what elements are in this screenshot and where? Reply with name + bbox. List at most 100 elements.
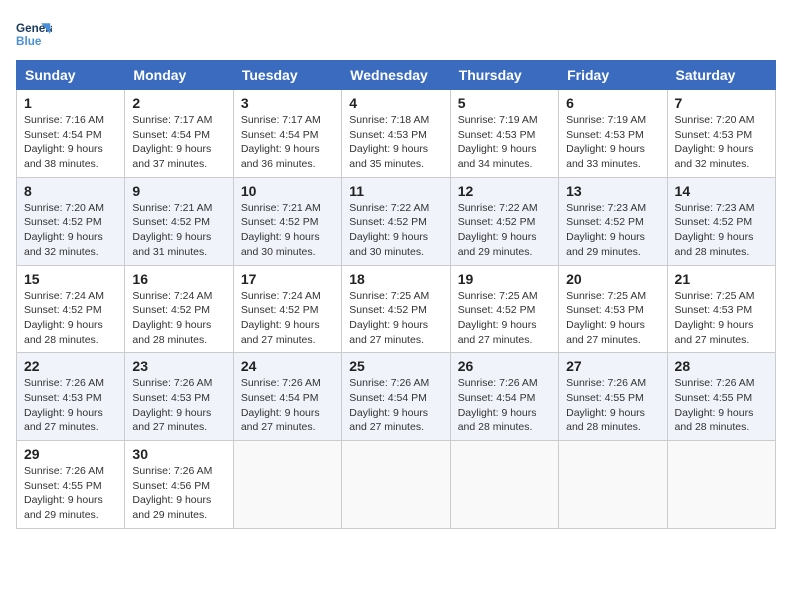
calendar-cell: 12 Sunrise: 7:22 AM Sunset: 4:52 PM Dayl… [450,177,558,265]
day-number: 21 [675,271,768,287]
day-info: Sunrise: 7:26 AM Sunset: 4:54 PM Dayligh… [241,376,334,435]
calendar-cell: 19 Sunrise: 7:25 AM Sunset: 4:52 PM Dayl… [450,265,558,353]
day-info: Sunrise: 7:25 AM Sunset: 4:52 PM Dayligh… [349,289,442,348]
day-number: 5 [458,95,551,111]
day-info: Sunrise: 7:21 AM Sunset: 4:52 PM Dayligh… [241,201,334,260]
day-info: Sunrise: 7:26 AM Sunset: 4:54 PM Dayligh… [458,376,551,435]
calendar-cell: 21 Sunrise: 7:25 AM Sunset: 4:53 PM Dayl… [667,265,775,353]
day-info: Sunrise: 7:25 AM Sunset: 4:52 PM Dayligh… [458,289,551,348]
day-info: Sunrise: 7:24 AM Sunset: 4:52 PM Dayligh… [24,289,117,348]
calendar-table: SundayMondayTuesdayWednesdayThursdayFrid… [16,60,776,529]
day-info: Sunrise: 7:18 AM Sunset: 4:53 PM Dayligh… [349,113,442,172]
calendar-cell: 30 Sunrise: 7:26 AM Sunset: 4:56 PM Dayl… [125,441,233,529]
day-number: 11 [349,183,442,199]
day-number: 13 [566,183,659,199]
column-header-monday: Monday [125,61,233,90]
day-info: Sunrise: 7:17 AM Sunset: 4:54 PM Dayligh… [241,113,334,172]
day-info: Sunrise: 7:26 AM Sunset: 4:55 PM Dayligh… [675,376,768,435]
day-info: Sunrise: 7:22 AM Sunset: 4:52 PM Dayligh… [458,201,551,260]
day-number: 26 [458,358,551,374]
day-info: Sunrise: 7:25 AM Sunset: 4:53 PM Dayligh… [675,289,768,348]
day-number: 19 [458,271,551,287]
column-header-friday: Friday [559,61,667,90]
day-number: 10 [241,183,334,199]
calendar-cell: 4 Sunrise: 7:18 AM Sunset: 4:53 PM Dayli… [342,90,450,178]
column-header-tuesday: Tuesday [233,61,341,90]
calendar-cell: 5 Sunrise: 7:19 AM Sunset: 4:53 PM Dayli… [450,90,558,178]
day-info: Sunrise: 7:24 AM Sunset: 4:52 PM Dayligh… [132,289,225,348]
day-number: 28 [675,358,768,374]
calendar-cell: 9 Sunrise: 7:21 AM Sunset: 4:52 PM Dayli… [125,177,233,265]
day-number: 22 [24,358,117,374]
calendar-cell: 27 Sunrise: 7:26 AM Sunset: 4:55 PM Dayl… [559,353,667,441]
calendar-cell: 1 Sunrise: 7:16 AM Sunset: 4:54 PM Dayli… [17,90,125,178]
day-number: 4 [349,95,442,111]
calendar-cell: 10 Sunrise: 7:21 AM Sunset: 4:52 PM Dayl… [233,177,341,265]
calendar-cell: 16 Sunrise: 7:24 AM Sunset: 4:52 PM Dayl… [125,265,233,353]
day-number: 23 [132,358,225,374]
logo-icon: General Blue [16,16,52,52]
day-number: 30 [132,446,225,462]
column-header-saturday: Saturday [667,61,775,90]
calendar-body: 1 Sunrise: 7:16 AM Sunset: 4:54 PM Dayli… [17,90,776,529]
day-info: Sunrise: 7:22 AM Sunset: 4:52 PM Dayligh… [349,201,442,260]
svg-text:Blue: Blue [16,35,42,48]
calendar-cell: 28 Sunrise: 7:26 AM Sunset: 4:55 PM Dayl… [667,353,775,441]
calendar-week-row: 22 Sunrise: 7:26 AM Sunset: 4:53 PM Dayl… [17,353,776,441]
calendar-cell: 25 Sunrise: 7:26 AM Sunset: 4:54 PM Dayl… [342,353,450,441]
calendar-cell: 29 Sunrise: 7:26 AM Sunset: 4:55 PM Dayl… [17,441,125,529]
column-header-wednesday: Wednesday [342,61,450,90]
day-info: Sunrise: 7:23 AM Sunset: 4:52 PM Dayligh… [566,201,659,260]
calendar-cell [342,441,450,529]
calendar-cell: 22 Sunrise: 7:26 AM Sunset: 4:53 PM Dayl… [17,353,125,441]
calendar-cell [559,441,667,529]
logo: General Blue [16,16,52,52]
calendar-cell: 8 Sunrise: 7:20 AM Sunset: 4:52 PM Dayli… [17,177,125,265]
calendar-week-row: 15 Sunrise: 7:24 AM Sunset: 4:52 PM Dayl… [17,265,776,353]
day-number: 27 [566,358,659,374]
day-number: 12 [458,183,551,199]
day-info: Sunrise: 7:21 AM Sunset: 4:52 PM Dayligh… [132,201,225,260]
day-info: Sunrise: 7:26 AM Sunset: 4:54 PM Dayligh… [349,376,442,435]
day-info: Sunrise: 7:20 AM Sunset: 4:53 PM Dayligh… [675,113,768,172]
day-number: 16 [132,271,225,287]
day-info: Sunrise: 7:17 AM Sunset: 4:54 PM Dayligh… [132,113,225,172]
day-info: Sunrise: 7:26 AM Sunset: 4:53 PM Dayligh… [24,376,117,435]
calendar-cell: 26 Sunrise: 7:26 AM Sunset: 4:54 PM Dayl… [450,353,558,441]
calendar-cell: 13 Sunrise: 7:23 AM Sunset: 4:52 PM Dayl… [559,177,667,265]
day-info: Sunrise: 7:24 AM Sunset: 4:52 PM Dayligh… [241,289,334,348]
day-number: 18 [349,271,442,287]
calendar-cell [233,441,341,529]
calendar-cell: 23 Sunrise: 7:26 AM Sunset: 4:53 PM Dayl… [125,353,233,441]
day-info: Sunrise: 7:19 AM Sunset: 4:53 PM Dayligh… [566,113,659,172]
calendar-cell: 17 Sunrise: 7:24 AM Sunset: 4:52 PM Dayl… [233,265,341,353]
day-info: Sunrise: 7:16 AM Sunset: 4:54 PM Dayligh… [24,113,117,172]
calendar-cell: 6 Sunrise: 7:19 AM Sunset: 4:53 PM Dayli… [559,90,667,178]
calendar-header-row: SundayMondayTuesdayWednesdayThursdayFrid… [17,61,776,90]
day-number: 15 [24,271,117,287]
day-number: 20 [566,271,659,287]
day-number: 9 [132,183,225,199]
day-info: Sunrise: 7:26 AM Sunset: 4:56 PM Dayligh… [132,464,225,523]
page-header: General Blue [16,16,776,52]
day-info: Sunrise: 7:25 AM Sunset: 4:53 PM Dayligh… [566,289,659,348]
day-number: 24 [241,358,334,374]
day-info: Sunrise: 7:23 AM Sunset: 4:52 PM Dayligh… [675,201,768,260]
day-info: Sunrise: 7:19 AM Sunset: 4:53 PM Dayligh… [458,113,551,172]
day-number: 6 [566,95,659,111]
day-number: 14 [675,183,768,199]
calendar-cell: 7 Sunrise: 7:20 AM Sunset: 4:53 PM Dayli… [667,90,775,178]
column-header-sunday: Sunday [17,61,125,90]
day-number: 17 [241,271,334,287]
day-number: 3 [241,95,334,111]
calendar-week-row: 8 Sunrise: 7:20 AM Sunset: 4:52 PM Dayli… [17,177,776,265]
calendar-cell: 11 Sunrise: 7:22 AM Sunset: 4:52 PM Dayl… [342,177,450,265]
calendar-cell: 24 Sunrise: 7:26 AM Sunset: 4:54 PM Dayl… [233,353,341,441]
day-number: 1 [24,95,117,111]
calendar-cell [667,441,775,529]
day-number: 2 [132,95,225,111]
calendar-week-row: 1 Sunrise: 7:16 AM Sunset: 4:54 PM Dayli… [17,90,776,178]
day-info: Sunrise: 7:20 AM Sunset: 4:52 PM Dayligh… [24,201,117,260]
calendar-cell [450,441,558,529]
day-info: Sunrise: 7:26 AM Sunset: 4:53 PM Dayligh… [132,376,225,435]
